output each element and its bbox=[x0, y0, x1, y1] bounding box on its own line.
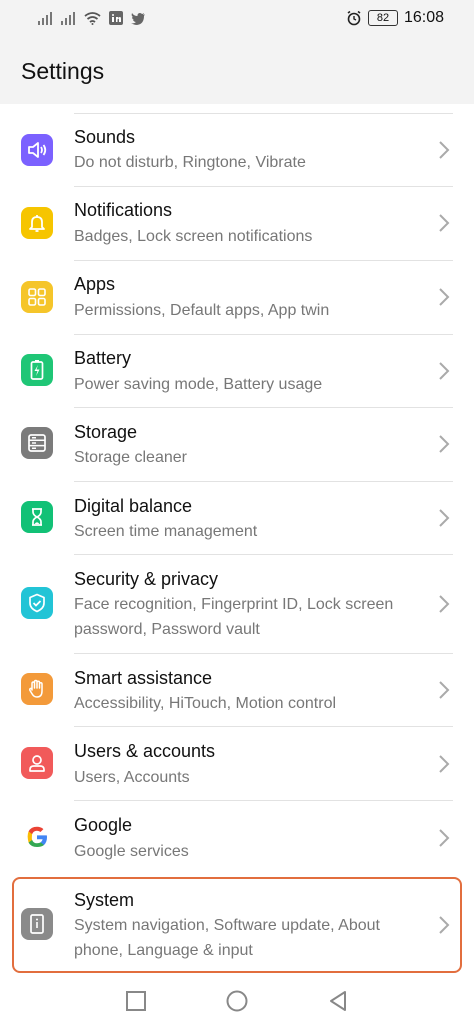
item-title: Smart assistance bbox=[74, 668, 213, 688]
chevron-right-icon bbox=[439, 288, 450, 306]
chevron-right-icon bbox=[439, 595, 450, 613]
home-icon[interactable] bbox=[225, 989, 249, 1013]
settings-item-google[interactable]: Google Google services bbox=[0, 801, 474, 875]
settings-item-apps[interactable]: Apps Permissions, Default apps, App twin bbox=[0, 261, 474, 335]
item-title: Storage bbox=[74, 422, 138, 442]
chevron-right-icon bbox=[439, 362, 450, 380]
item-subtitle: Face recognition, Fingerprint ID, Lock s… bbox=[74, 596, 394, 638]
item-subtitle: Power saving mode, Battery usage bbox=[74, 376, 323, 393]
chevron-right-icon bbox=[439, 509, 450, 527]
item-subtitle: Permissions, Default apps, App twin bbox=[74, 302, 330, 319]
hourglass-icon bbox=[21, 501, 53, 533]
recent-apps-icon[interactable] bbox=[124, 989, 148, 1013]
item-title: Digital balance bbox=[74, 496, 193, 516]
status-left-icons bbox=[38, 11, 146, 25]
sound-icon bbox=[21, 134, 53, 166]
item-title: Battery bbox=[74, 348, 132, 368]
linkedin-icon bbox=[109, 11, 123, 25]
battery-icon bbox=[21, 354, 53, 386]
chevron-right-icon bbox=[439, 755, 450, 773]
selection-highlight bbox=[12, 877, 462, 973]
alarm-icon bbox=[347, 10, 361, 26]
bell-icon bbox=[21, 207, 53, 239]
shield-icon bbox=[21, 587, 53, 619]
back-icon[interactable] bbox=[326, 989, 350, 1013]
item-subtitle: Screen time management bbox=[74, 523, 258, 540]
chevron-right-icon bbox=[439, 681, 450, 699]
chevron-right-icon bbox=[439, 435, 450, 453]
battery-level-badge: 82 bbox=[367, 10, 398, 26]
item-title: Google bbox=[74, 815, 133, 835]
clock-time: 16:08 bbox=[403, 9, 444, 26]
settings-screen: 82 16:08 Settings Sounds Do not disturb,… bbox=[0, 0, 474, 1027]
item-title: Security & privacy bbox=[74, 569, 219, 589]
settings-item-digital-balance[interactable]: Digital balance Screen time management bbox=[0, 482, 474, 555]
user-icon bbox=[21, 747, 53, 779]
google-icon bbox=[21, 821, 53, 853]
settings-item-users-accounts[interactable]: Users & accounts Users, Accounts bbox=[0, 727, 474, 801]
chevron-right-icon bbox=[439, 829, 450, 847]
signal-icon bbox=[61, 12, 75, 25]
item-title: Users & accounts bbox=[74, 741, 216, 761]
navigation-bar bbox=[0, 977, 474, 1027]
item-subtitle: Do not disturb, Ringtone, Vibrate bbox=[74, 154, 306, 171]
signal-icon bbox=[38, 12, 52, 25]
app-header: Settings bbox=[0, 40, 474, 104]
settings-item-smart-assistance[interactable]: Smart assistance Accessibility, HiTouch,… bbox=[0, 654, 474, 727]
item-subtitle: Google services bbox=[74, 843, 189, 860]
settings-item-storage[interactable]: Storage Storage cleaner bbox=[0, 408, 474, 482]
twitter-icon bbox=[131, 13, 145, 25]
item-title: Apps bbox=[74, 274, 116, 294]
settings-item-notifications[interactable]: Notifications Badges, Lock screen notifi… bbox=[0, 187, 474, 261]
chevron-right-icon bbox=[439, 141, 450, 159]
hand-icon bbox=[21, 673, 53, 705]
item-subtitle: Accessibility, HiTouch, Motion control bbox=[74, 695, 337, 712]
settings-item-battery[interactable]: Battery Power saving mode, Battery usage bbox=[0, 335, 474, 408]
wifi-icon bbox=[84, 12, 101, 25]
item-title: Notifications bbox=[74, 200, 173, 220]
status-bar: 82 16:08 bbox=[0, 0, 474, 40]
item-subtitle: Badges, Lock screen notifications bbox=[74, 228, 313, 245]
item-subtitle: Storage cleaner bbox=[74, 449, 187, 466]
settings-item-sounds[interactable]: Sounds Do not disturb, Ringtone, Vibrate bbox=[0, 114, 474, 187]
storage-icon bbox=[21, 427, 53, 459]
item-title: Sounds bbox=[74, 127, 136, 147]
item-subtitle: Users, Accounts bbox=[74, 769, 190, 786]
chevron-right-icon bbox=[439, 214, 450, 232]
page-title: Settings bbox=[21, 58, 105, 84]
settings-item-security-privacy[interactable]: Security & privacy Face recognition, Fin… bbox=[0, 555, 474, 654]
status-right-icons: 82 16:08 bbox=[346, 9, 444, 27]
apps-grid-icon bbox=[21, 281, 53, 313]
